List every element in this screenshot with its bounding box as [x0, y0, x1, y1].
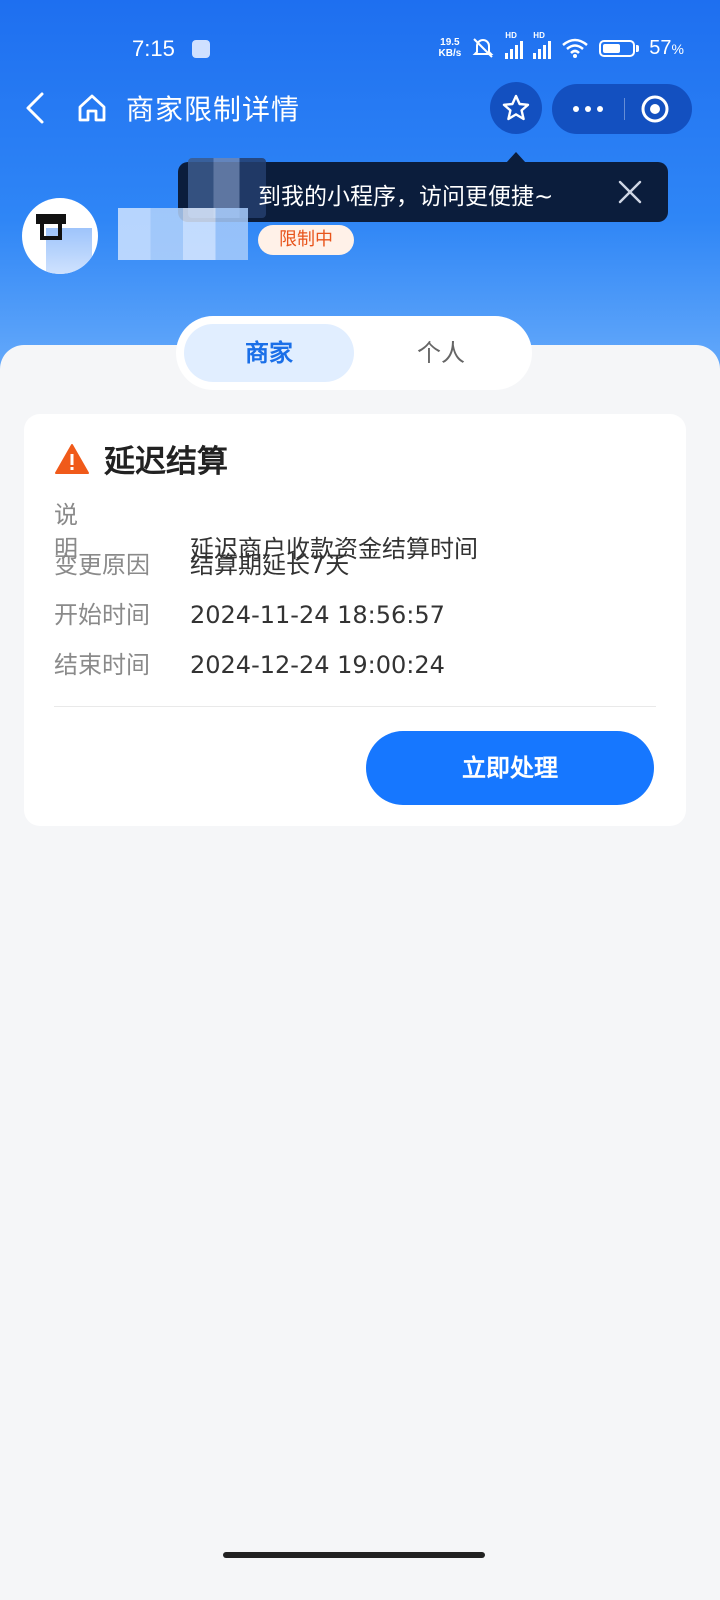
status-bar: 7:15 19.5 KB/s HD HD 57%	[0, 26, 720, 72]
battery-unit: %	[671, 40, 684, 57]
more-button[interactable]	[552, 84, 624, 134]
more-dot-icon	[573, 106, 579, 112]
tab-switcher: 商家 个人	[176, 316, 532, 390]
store-icon	[36, 214, 66, 240]
home-icon[interactable]	[76, 92, 108, 124]
network-speed: 19.5 KB/s	[439, 37, 462, 59]
tooltip-text: 到我的小程序，访问更便捷~	[258, 184, 554, 210]
battery-level: 57	[649, 36, 672, 59]
restriction-title: 延迟结算	[104, 444, 228, 480]
detail-row: 变更原因 结算期延长7天	[54, 548, 349, 582]
warning-icon	[55, 443, 89, 474]
bell-muted-icon	[472, 38, 494, 58]
detail-value: 2024-11-24 18:56:57	[190, 601, 445, 629]
detail-row: 结束时间 2024-12-24 19:00:24	[54, 648, 445, 682]
wifi-icon	[562, 38, 589, 58]
tab-merchant[interactable]: 商家	[184, 324, 354, 382]
hd-label-1: HD	[505, 31, 517, 40]
close-icon[interactable]	[616, 178, 644, 206]
status-icons: 19.5 KB/s HD HD 57%	[439, 31, 684, 60]
detail-label: 开始时间	[54, 601, 150, 629]
back-arrow-icon[interactable]	[22, 90, 52, 126]
status-time: 7:15	[132, 36, 175, 61]
hd-label-2: HD	[533, 31, 545, 40]
app-notification-icon	[192, 40, 210, 58]
status-badge: 限制中	[258, 225, 354, 255]
more-dot-icon	[597, 106, 603, 112]
signal-1-icon: HD	[505, 31, 524, 59]
capsule-divider	[624, 98, 625, 120]
star-icon	[502, 94, 530, 121]
favorite-button[interactable]	[490, 82, 542, 134]
handle-now-button[interactable]: 立即处理	[366, 731, 654, 805]
close-mini-program-icon[interactable]	[640, 94, 670, 124]
signal-2-icon: HD	[533, 31, 552, 59]
add-to-my-miniprograms-tooltip: 到我的小程序，访问更便捷~	[178, 158, 668, 222]
detail-label: 变更原因	[54, 551, 150, 579]
merchant-avatar	[22, 198, 98, 274]
navigation-bar: 商家限制详情	[0, 80, 720, 136]
home-indicator[interactable]	[223, 1552, 485, 1558]
detail-value: 结算期延长7天	[190, 551, 350, 579]
detail-row: 开始时间 2024-11-24 18:56:57	[54, 598, 445, 632]
more-dot-icon	[585, 106, 591, 112]
blurred-merchant-name	[118, 208, 248, 260]
battery-icon	[599, 39, 636, 57]
card-title: 延迟结算	[54, 436, 228, 481]
restriction-card: 延迟结算 说明 延迟商户收款资金结算时间 变更原因 结算期延长7天 开始时间 2024…	[24, 414, 686, 826]
net-speed-unit: KB/s	[438, 48, 462, 59]
mini-program-capsule	[552, 84, 692, 134]
divider	[54, 706, 656, 707]
tab-personal[interactable]: 个人	[356, 324, 526, 382]
net-speed-value: 19.5	[440, 37, 460, 48]
detail-label: 结束时间	[54, 651, 150, 679]
page-title: 商家限制详情	[126, 93, 301, 126]
detail-row: 说明 延迟商户收款资金结算时间	[54, 498, 478, 563]
detail-value: 2024-12-24 19:00:24	[190, 651, 445, 679]
